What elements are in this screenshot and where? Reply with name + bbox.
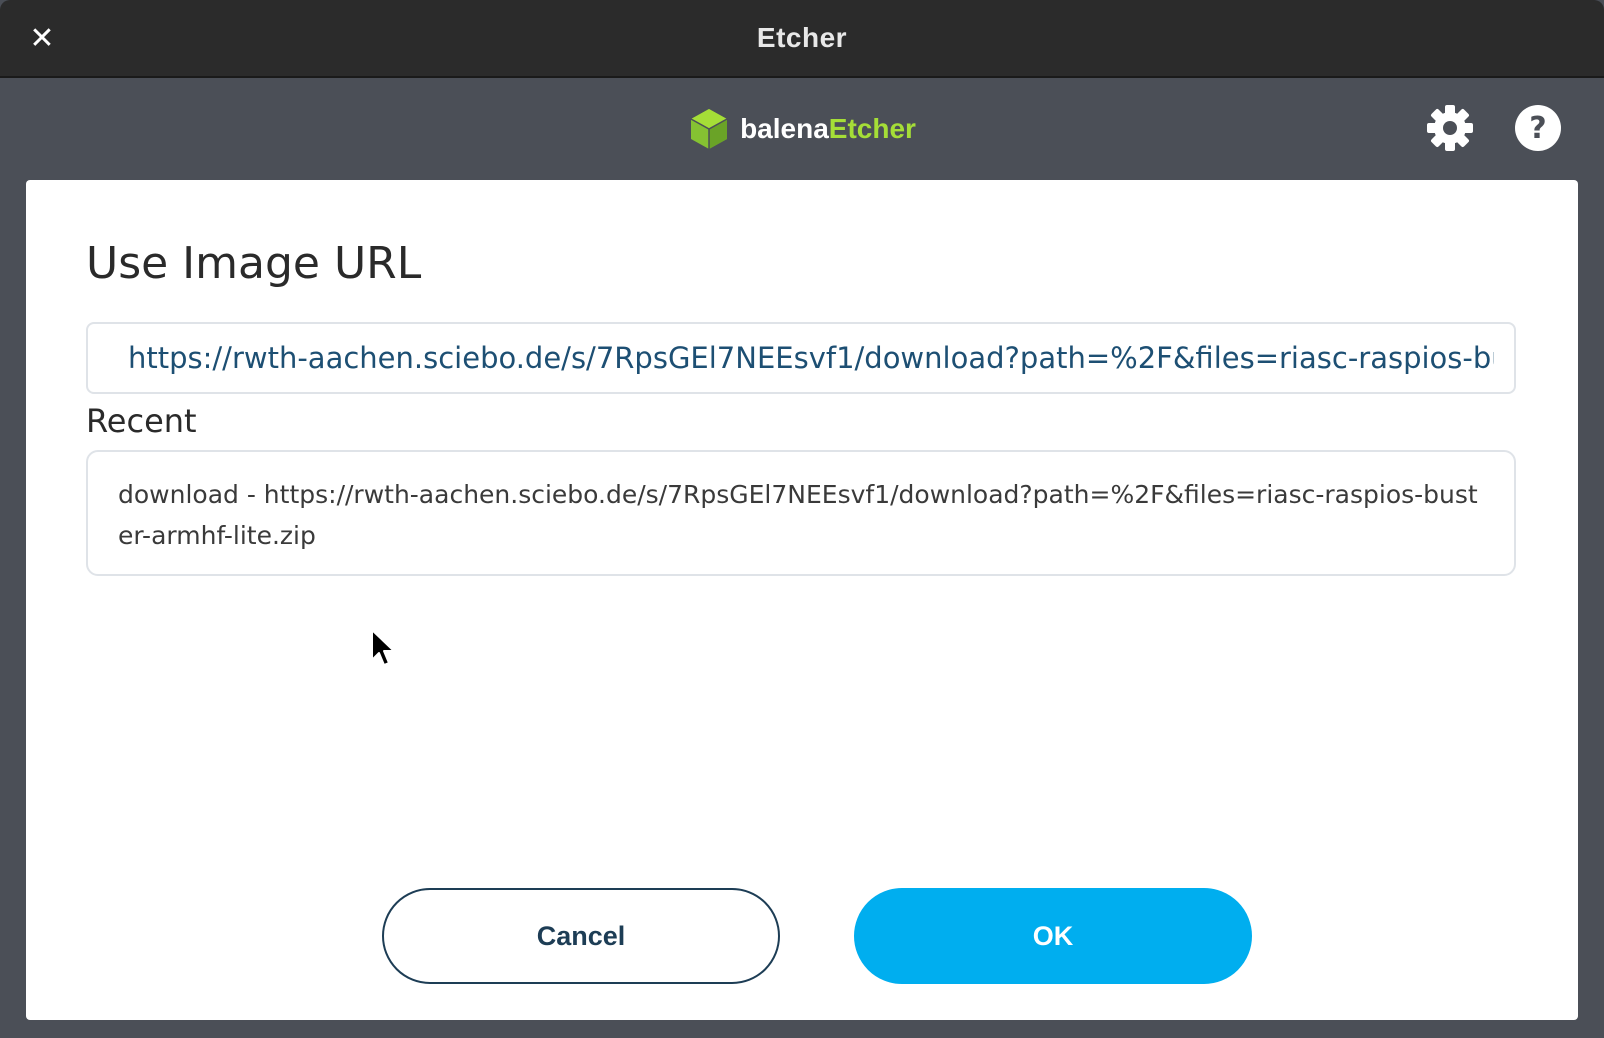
dialog-title: Use Image URL bbox=[86, 238, 422, 289]
recent-label: Recent bbox=[86, 402, 197, 440]
logo-text-accent: Etcher bbox=[828, 113, 916, 144]
window-titlebar: ✕ Etcher bbox=[0, 0, 1604, 78]
recent-list: download - https://rwth-aachen.sciebo.de… bbox=[86, 450, 1516, 576]
use-image-url-dialog: Use Image URL Recent download - https://… bbox=[26, 180, 1578, 1020]
cancel-button[interactable]: Cancel bbox=[382, 888, 780, 984]
help-button[interactable]: ? bbox=[1512, 102, 1564, 154]
settings-button[interactable] bbox=[1424, 102, 1476, 154]
svg-text:?: ? bbox=[1529, 111, 1546, 146]
etcher-window: ✕ Etcher balenaEtcher ? Use Image URL ht… bbox=[0, 0, 1604, 1038]
recent-item[interactable]: download - https://rwth-aachen.sciebo.de… bbox=[118, 474, 1484, 556]
logo-text: balenaEtcher bbox=[740, 113, 916, 145]
cube-icon bbox=[690, 109, 728, 149]
balena-etcher-logo: balenaEtcher bbox=[688, 107, 916, 151]
app-header: balenaEtcher ? bbox=[0, 78, 1604, 180]
question-icon: ? bbox=[1515, 105, 1561, 151]
mouse-cursor-icon bbox=[371, 629, 395, 666]
close-icon[interactable]: ✕ bbox=[22, 18, 62, 58]
window-title: Etcher bbox=[756, 22, 848, 53]
logo-text-primary: balena bbox=[740, 113, 829, 144]
gear-icon bbox=[1427, 105, 1473, 151]
ok-button[interactable]: OK bbox=[854, 888, 1252, 984]
url-input[interactable] bbox=[86, 322, 1516, 394]
